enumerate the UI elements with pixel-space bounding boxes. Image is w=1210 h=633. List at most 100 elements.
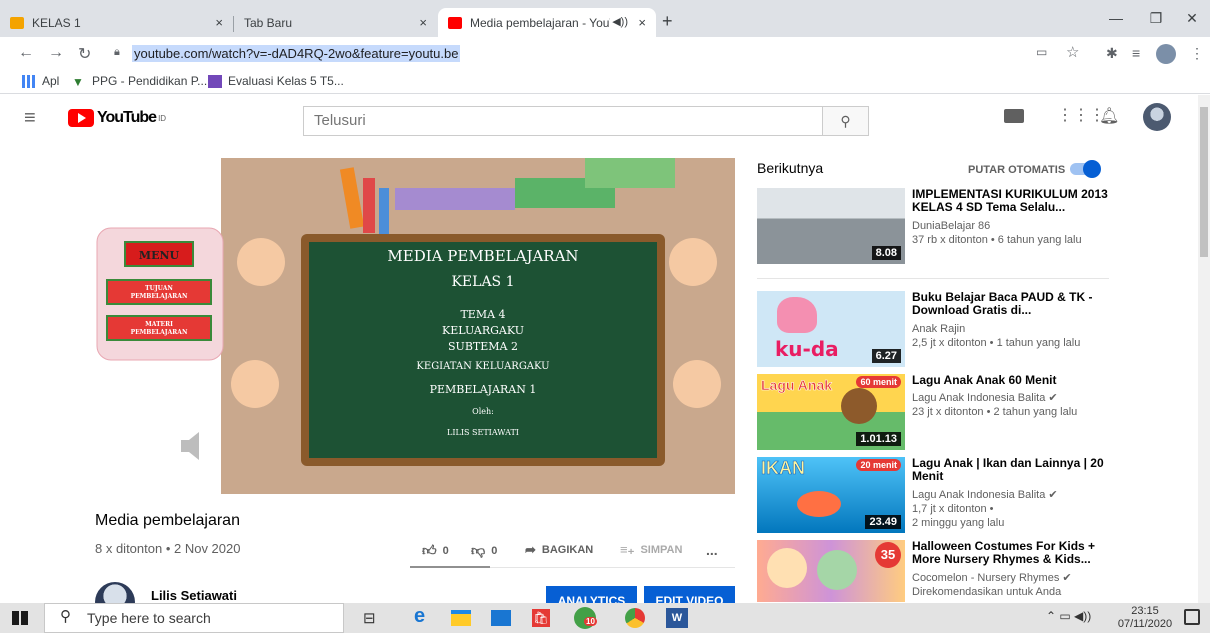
mail-icon[interactable]	[491, 610, 511, 626]
task-view-icon[interactable]: ⊟	[363, 609, 376, 627]
bookmark-ppg[interactable]: ▼ PPG - Pendidikan P...	[72, 74, 207, 89]
forward-icon[interactable]: →	[48, 44, 64, 62]
section-divider	[757, 278, 1109, 279]
edit-video-button[interactable]: EDIT VIDEO	[644, 586, 735, 608]
clock-date[interactable]: 07/11/2020	[1112, 618, 1178, 630]
tab-label: Media pembelajaran - YouTu	[470, 15, 610, 30]
recommended-title[interactable]: IMPLEMENTASI KURIKULUM 2013 KELAS 4 SD T…	[912, 188, 1112, 214]
hamburger-menu-icon[interactable]: ≡	[24, 107, 36, 130]
toggle-knob	[1083, 160, 1101, 178]
duration-badge: 1.01.13	[856, 432, 901, 446]
recommended-title[interactable]: Lagu Anak Anak 60 Menit	[912, 374, 1112, 387]
recommended-video[interactable]: ku-da 6.27 Buku Belajar Baca PAUD & TK -…	[757, 291, 1157, 367]
child-illustration	[673, 360, 721, 408]
video-thumbnail[interactable]: Lagu Anak 60 menit 1.01.13	[757, 374, 905, 450]
materi-button	[106, 315, 212, 341]
search-button[interactable]: ⚲	[822, 106, 869, 136]
recommended-video[interactable]: Lagu Anak 60 menit 1.01.13 Lagu Anak Ana…	[757, 374, 1157, 450]
search-input[interactable]: Telusuri	[303, 106, 823, 136]
bookmark-apps[interactable]: Apl	[22, 74, 59, 88]
tab-youtube[interactable]: Media pembelajaran - YouTu ◀︎)) ×	[438, 8, 656, 37]
video-thumbnail[interactable]: 8.08	[757, 188, 905, 264]
scrollbar-thumb[interactable]	[1200, 107, 1208, 257]
action-center-icon[interactable]	[1184, 609, 1200, 625]
notifications-bell-icon[interactable]: 🔔︎	[1099, 106, 1119, 126]
board-line: TEMA 4	[460, 308, 505, 321]
slides-icon	[10, 16, 24, 29]
minimize-icon[interactable]: —	[1096, 6, 1136, 30]
extensions-icon[interactable]: ✱	[1106, 45, 1118, 62]
video-thumbnail[interactable]: 35	[757, 540, 905, 602]
reload-icon[interactable]: ↻	[78, 44, 91, 64]
tab-kelas1[interactable]: KELAS 1 ×	[0, 8, 233, 37]
bookmark-label: Apl	[42, 74, 60, 88]
windows-start-icon[interactable]	[12, 611, 28, 625]
up-next-heading: Berikutnya	[757, 160, 824, 176]
recommended-video[interactable]: 8.08 IMPLEMENTASI KURIKULUM 2013 KELAS 4…	[757, 188, 1157, 264]
star-icon[interactable]: ☆	[1066, 43, 1079, 61]
bookmark-evaluasi[interactable]: Evaluasi Kelas 5 T5...	[208, 74, 344, 88]
create-video-icon[interactable]	[1004, 109, 1024, 123]
video-thumbnail[interactable]: IKAN 20 menit 23.49	[757, 457, 905, 533]
profile-avatar[interactable]	[1156, 44, 1176, 64]
analytics-button[interactable]: ANALYTICS	[546, 586, 637, 608]
recommended-stats: 1,7 jt x ditonton •	[912, 503, 994, 515]
book-illustration	[585, 158, 675, 188]
close-icon[interactable]: ×	[419, 15, 427, 30]
new-tab-button[interactable]: +	[662, 11, 673, 32]
thumbs-up-icon: 👍︎	[422, 542, 437, 558]
cast-icon[interactable]: ▭	[1036, 45, 1047, 59]
thumbnail-text: ku-da	[775, 337, 839, 361]
autoplay-toggle[interactable]	[1070, 160, 1101, 178]
more-actions-button[interactable]: ...	[706, 542, 718, 558]
apps-grid-icon[interactable]: ⋮⋮⋮	[1057, 105, 1105, 125]
audio-icon[interactable]: ◀︎))	[612, 15, 628, 28]
reading-list-icon[interactable]: ≡	[1132, 45, 1140, 61]
recommended-title[interactable]: Halloween Costumes For Kids + More Nurse…	[912, 540, 1112, 566]
youtube-favicon-icon	[448, 16, 462, 29]
page-scrollbar[interactable]	[1198, 95, 1210, 603]
like-button[interactable]: 👍︎ 0	[422, 542, 449, 559]
url-text[interactable]: youtube.com/watch?v=-dAD4RQ-2wo&feature=…	[132, 45, 461, 62]
close-icon[interactable]: ×	[638, 15, 646, 30]
close-icon[interactable]: ×	[215, 15, 223, 30]
tray-icons[interactable]: ⌃ ▭ ◀︎))	[1046, 609, 1091, 623]
recommended-video[interactable]: 35 Halloween Costumes For Kids + More Nu…	[757, 540, 1157, 602]
file-explorer-icon[interactable]	[451, 610, 471, 626]
recommended-title[interactable]: Buku Belajar Baca PAUD & TK - Download G…	[912, 291, 1112, 317]
cocomelon-character	[767, 548, 807, 588]
clock-time[interactable]: 23:15	[1120, 605, 1170, 617]
window-close-icon[interactable]: ✕	[1172, 6, 1210, 30]
save-button[interactable]: ≡₊ SIMPAN	[620, 542, 682, 558]
whatsapp-icon[interactable]: 10	[574, 607, 597, 629]
recommended-video[interactable]: IKAN 20 menit 23.49 Lagu Anak | Ikan dan…	[757, 457, 1157, 533]
menu-kebab-icon[interactable]: ⋮	[1190, 45, 1204, 62]
tab-new[interactable]: Tab Baru ×	[234, 8, 437, 37]
share-button[interactable]: ➦ BAGIKAN	[525, 542, 593, 558]
channel-name[interactable]: Lilis Setiawati	[151, 588, 237, 603]
region-label: ID	[158, 113, 167, 123]
word-icon[interactable]: W	[666, 608, 688, 628]
chrome-icon[interactable]	[625, 608, 645, 628]
back-icon[interactable]: ←	[18, 44, 34, 62]
thumbs-down-icon: 👎︎	[471, 542, 486, 558]
child-illustration	[237, 238, 285, 286]
store-icon[interactable]: 🛍︎	[532, 609, 550, 627]
fish-illustration	[797, 491, 841, 517]
recommended-stats: Direkomendasikan untuk Anda	[912, 586, 1062, 598]
taskbar-search-input[interactable]: Type here to search	[44, 603, 344, 633]
recommended-channel: Lagu Anak Indonesia Balita ✔	[912, 392, 1058, 404]
duration-badge: 23.49	[865, 515, 901, 529]
youtube-logo[interactable]: YouTube ID	[68, 109, 166, 127]
video-thumbnail[interactable]: ku-da 6.27	[757, 291, 905, 367]
account-avatar[interactable]	[1143, 103, 1171, 131]
restore-icon[interactable]: ❐	[1136, 6, 1176, 30]
edge-icon[interactable]: e	[414, 605, 425, 628]
video-title: Media pembelajaran	[95, 512, 240, 529]
recommended-stats: 37 rb x ditonton • 6 tahun yang lalu	[912, 234, 1082, 246]
dislike-button[interactable]: 👎︎ 0	[471, 542, 497, 559]
recommended-title[interactable]: Lagu Anak | Ikan dan Lainnya | 20 Menit	[912, 457, 1112, 483]
minutes-badge: 20 menit	[856, 459, 901, 471]
video-player[interactable]: MENU TUJUAN PEMBELAJARAN MATERI PEMBELAJ…	[95, 158, 735, 494]
address-bar[interactable]: 🔒︎ youtube.com/watch?v=-dAD4RQ-2wo&featu…	[106, 41, 1096, 67]
